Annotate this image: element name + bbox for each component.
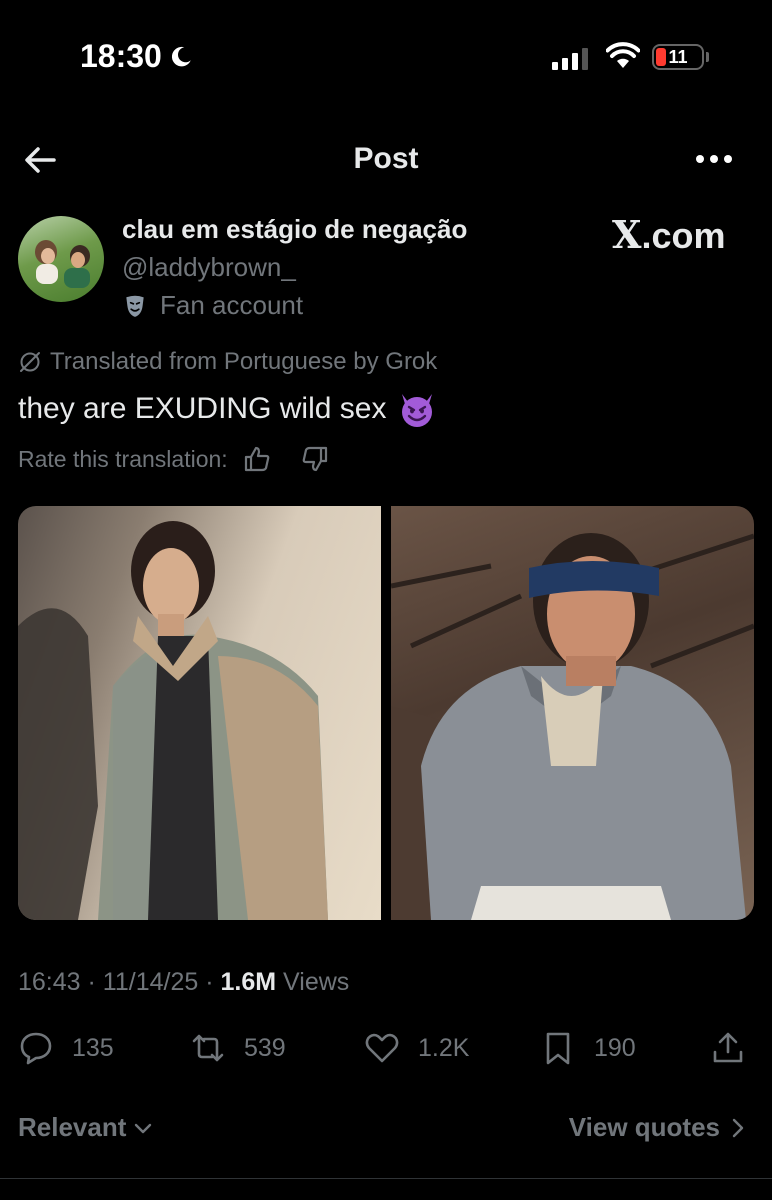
repost-button[interactable]: 539 <box>190 1030 286 1066</box>
views-label: Views <box>283 968 350 996</box>
heart-icon <box>365 1033 399 1063</box>
divider <box>0 1178 772 1179</box>
battery-icon: 11 <box>652 44 704 70</box>
smiling-devil-icon <box>402 394 433 427</box>
moon-icon <box>171 46 191 66</box>
battery-level: 11 <box>668 47 688 67</box>
translation-notice: Translated from Portuguese by Grok <box>18 348 437 376</box>
translation-notice-text: Translated from Portuguese by Grok <box>50 348 438 375</box>
avatar[interactable] <box>18 216 104 302</box>
action-bar: 135 539 1.2K 190 <box>18 1030 754 1074</box>
post-image-2[interactable] <box>391 506 754 920</box>
more-options-icon[interactable] <box>696 144 740 174</box>
post-meta: 16:43 · 11/14/25 · 1.6M Views <box>18 968 350 996</box>
nav-bar: Post <box>0 130 772 190</box>
post-date: 11/14/25 <box>102 968 199 996</box>
thumbs-down-icon[interactable] <box>300 444 330 474</box>
translate-icon <box>20 352 40 372</box>
view-quotes-label: View quotes <box>568 1112 720 1142</box>
sort-dropdown[interactable]: Relevant <box>18 1112 154 1143</box>
share-button[interactable] <box>710 1030 746 1066</box>
rate-translation-label: Rate this translation: <box>18 445 228 472</box>
author-handle[interactable]: @laddybrown_ <box>122 252 296 283</box>
theater-mask-icon <box>126 295 144 317</box>
clock-time: 18:30 <box>80 38 162 74</box>
reply-button[interactable]: 135 <box>18 1030 114 1066</box>
thumbs-up-icon[interactable] <box>242 444 272 474</box>
wifi-icon <box>606 42 640 68</box>
post-image-1[interactable] <box>18 506 381 920</box>
account-label: Fan account <box>122 290 303 321</box>
replies-header: Relevant View quotes <box>18 1112 754 1152</box>
sort-label: Relevant <box>18 1112 127 1142</box>
like-count: 1.2K <box>418 1033 470 1062</box>
bookmark-icon <box>546 1032 570 1065</box>
cellular-signal-icon <box>552 44 588 70</box>
like-button[interactable]: 1.2K <box>364 1030 469 1066</box>
share-icon <box>713 1032 743 1063</box>
x-com-watermark: X .com <box>612 212 726 257</box>
page-title: Post <box>353 142 419 175</box>
repost-icon <box>192 1034 224 1062</box>
reply-icon <box>20 1032 52 1065</box>
bookmark-button[interactable]: 190 <box>540 1030 636 1066</box>
repost-count: 539 <box>244 1033 286 1062</box>
author-display-name[interactable]: clau em estágio de negação <box>122 214 467 245</box>
clock: 18:30 <box>80 38 194 75</box>
watermark-text: .com <box>641 215 726 256</box>
media-grid <box>18 506 754 920</box>
bookmark-count: 190 <box>594 1033 636 1062</box>
reply-count: 135 <box>72 1033 114 1062</box>
view-quotes-link[interactable]: View quotes <box>569 1112 746 1143</box>
post-body: they are EXUDING wild sex <box>18 388 438 430</box>
account-label-text: Fan account <box>160 290 304 320</box>
rate-translation: Rate this translation: <box>18 444 330 474</box>
post-text: they are EXUDING wild sex <box>18 392 387 425</box>
post-time: 16:43 <box>18 968 81 996</box>
status-bar: 18:30 11 <box>0 0 772 120</box>
views-count[interactable]: 1.6M <box>221 968 277 996</box>
post-author: clau em estágio de negação @laddybrown_ … <box>0 212 772 332</box>
x-logo-letter: X <box>612 212 642 257</box>
chevron-down-icon <box>135 1123 152 1133</box>
chevron-right-icon <box>732 1118 744 1137</box>
